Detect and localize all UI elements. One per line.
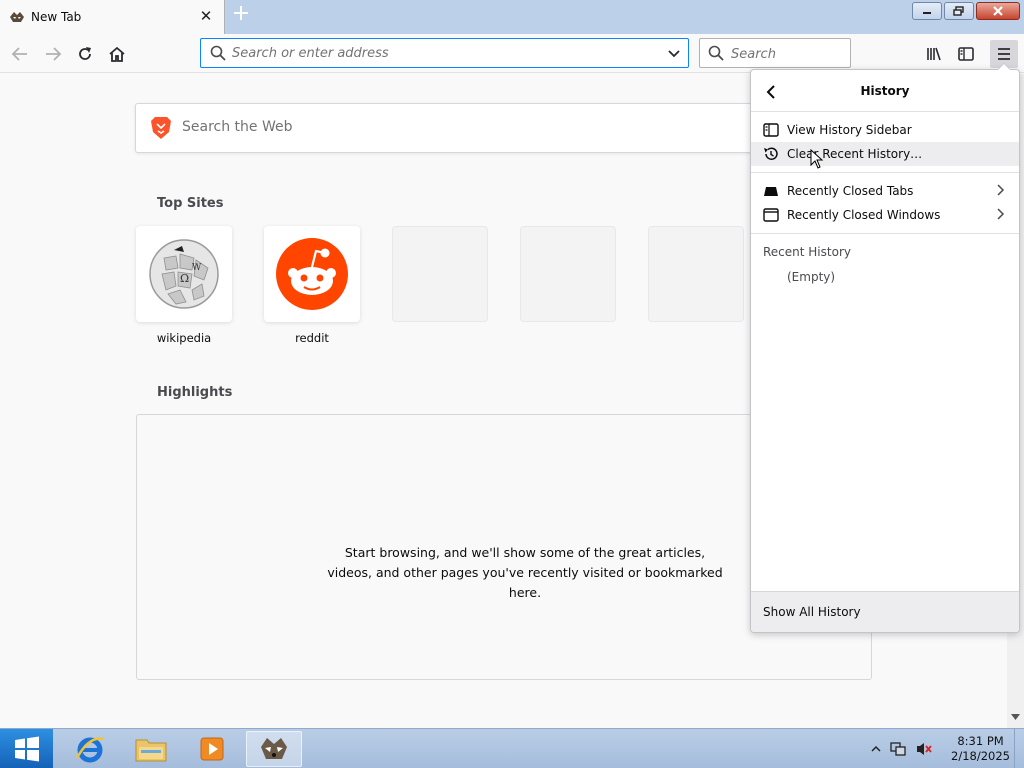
chevron-down-icon[interactable] — [666, 45, 682, 61]
tab-icon — [763, 183, 779, 199]
media-player-icon — [200, 737, 224, 761]
top-site-empty — [648, 226, 744, 322]
close-icon — [993, 6, 1003, 16]
menu-item-label: View History Sidebar — [787, 123, 912, 137]
panel-separator — [751, 172, 1019, 173]
top-site-label: wikipedia — [156, 331, 212, 345]
top-site-empty — [520, 226, 616, 322]
restore-button[interactable] — [944, 2, 974, 20]
reddit-icon — [276, 238, 348, 310]
show-all-history-label: Show All History — [763, 605, 861, 619]
search-icon — [708, 45, 724, 61]
windows-taskbar: 8:31 PM 2/18/2025 — [0, 728, 1024, 768]
system-tray: 8:31 PM 2/18/2025 — [871, 729, 1010, 768]
mouse-cursor-icon — [810, 149, 824, 169]
clock-date: 2/18/2025 — [951, 749, 1010, 763]
empty-site-tile — [648, 226, 744, 322]
top-site-label: reddit — [295, 331, 329, 345]
history-clock-icon — [763, 146, 779, 162]
empty-site-tile — [392, 226, 488, 322]
history-panel: History View History Sidebar Clear Recen… — [750, 63, 1020, 633]
menu-item-label: Recently Closed Tabs — [787, 184, 914, 198]
scroll-down-arrow-icon[interactable] — [1011, 714, 1020, 720]
menu-item-label: Clear Recent History… — [787, 147, 923, 161]
back-button[interactable] — [6, 40, 34, 68]
taskbar-file-explorer[interactable] — [123, 731, 179, 767]
clock-time: 8:31 PM — [957, 734, 1004, 748]
svg-text:Ω: Ω — [180, 272, 189, 285]
tab-title: New Tab — [31, 10, 82, 24]
home-button[interactable] — [103, 40, 131, 68]
internet-explorer-icon — [75, 737, 104, 763]
close-window-button[interactable] — [976, 2, 1020, 20]
wikipedia-globe-icon: Ω W — [149, 239, 219, 309]
chevron-right-icon — [997, 184, 1005, 196]
recent-history-heading: Recent History — [763, 245, 851, 259]
url-bar[interactable] — [200, 38, 689, 68]
navigation-toolbar — [0, 34, 1024, 73]
tab-new-tab[interactable]: New Tab ✕ — [0, 0, 225, 34]
sidebars-button[interactable] — [952, 40, 980, 68]
url-input[interactable] — [232, 43, 652, 63]
recently-closed-tabs-item[interactable]: Recently Closed Tabs — [751, 179, 1019, 203]
history-panel-header: History — [751, 70, 1019, 112]
taskbar-internet-explorer[interactable] — [62, 731, 118, 767]
clear-recent-history-item[interactable]: Clear Recent History… — [751, 142, 1019, 166]
plus-icon — [234, 6, 248, 20]
restore-icon — [953, 6, 964, 16]
taskbar-clock[interactable]: 8:31 PM 2/18/2025 — [951, 734, 1010, 764]
library-icon — [927, 47, 941, 61]
minimize-icon — [923, 12, 931, 14]
sidebar-icon — [763, 122, 779, 138]
recently-closed-windows-item[interactable]: Recently Closed Windows — [751, 203, 1019, 227]
forward-button[interactable] — [39, 40, 67, 68]
library-button[interactable] — [920, 40, 948, 68]
recent-history-empty: (Empty) — [787, 270, 836, 284]
windows-logo-icon — [14, 736, 39, 762]
raccoon-browser-icon — [261, 738, 287, 759]
folder-icon — [135, 739, 167, 762]
menu-item-label: Recently Closed Windows — [787, 208, 941, 222]
brave-lion-icon — [151, 117, 171, 139]
search-bar[interactable] — [699, 38, 851, 68]
top-site-reddit[interactable]: reddit — [264, 226, 360, 345]
reload-button[interactable] — [71, 40, 99, 68]
firefox-raccoon-icon — [10, 12, 24, 22]
home-icon — [109, 46, 125, 62]
svg-text:W: W — [192, 263, 202, 273]
close-icon[interactable]: ✕ — [199, 9, 213, 24]
network-icon[interactable] — [889, 741, 907, 757]
web-search-input[interactable] — [182, 119, 682, 135]
new-tab-button[interactable] — [231, 5, 251, 27]
history-panel-title: History — [860, 84, 910, 98]
window-icon — [763, 207, 779, 223]
top-site-empty — [392, 226, 488, 322]
taskbar-media-player[interactable] — [184, 731, 240, 767]
arrow-left-icon — [11, 47, 27, 61]
arrow-right-icon — [46, 47, 62, 61]
taskbar-browser[interactable] — [246, 731, 302, 767]
start-button[interactable] — [0, 729, 53, 768]
sidebar-icon — [958, 47, 974, 61]
show-desktop-button[interactable] — [1014, 729, 1024, 768]
show-hidden-icons-icon[interactable] — [871, 745, 881, 753]
top-site-tile[interactable] — [264, 226, 360, 322]
show-all-history-button[interactable]: Show All History — [751, 591, 1019, 632]
speaker-muted-icon[interactable] — [915, 741, 933, 757]
top-site-wikipedia[interactable]: Ω W wikipedia — [136, 226, 232, 345]
search-input[interactable] — [731, 44, 841, 64]
window-controls — [912, 2, 1020, 20]
chevron-right-icon — [997, 208, 1005, 220]
empty-site-tile — [520, 226, 616, 322]
minimize-button[interactable] — [912, 2, 942, 20]
hamburger-menu-icon — [998, 48, 1010, 60]
view-history-sidebar-item[interactable]: View History Sidebar — [751, 118, 1019, 142]
tab-strip: New Tab ✕ — [0, 0, 1024, 34]
panel-separator — [751, 233, 1019, 234]
top-site-tile[interactable]: Ω W — [136, 226, 232, 322]
reload-icon — [79, 47, 91, 60]
highlights-heading: Highlights — [157, 385, 233, 400]
search-icon — [210, 45, 226, 61]
top-sites-heading: Top Sites — [157, 196, 224, 211]
